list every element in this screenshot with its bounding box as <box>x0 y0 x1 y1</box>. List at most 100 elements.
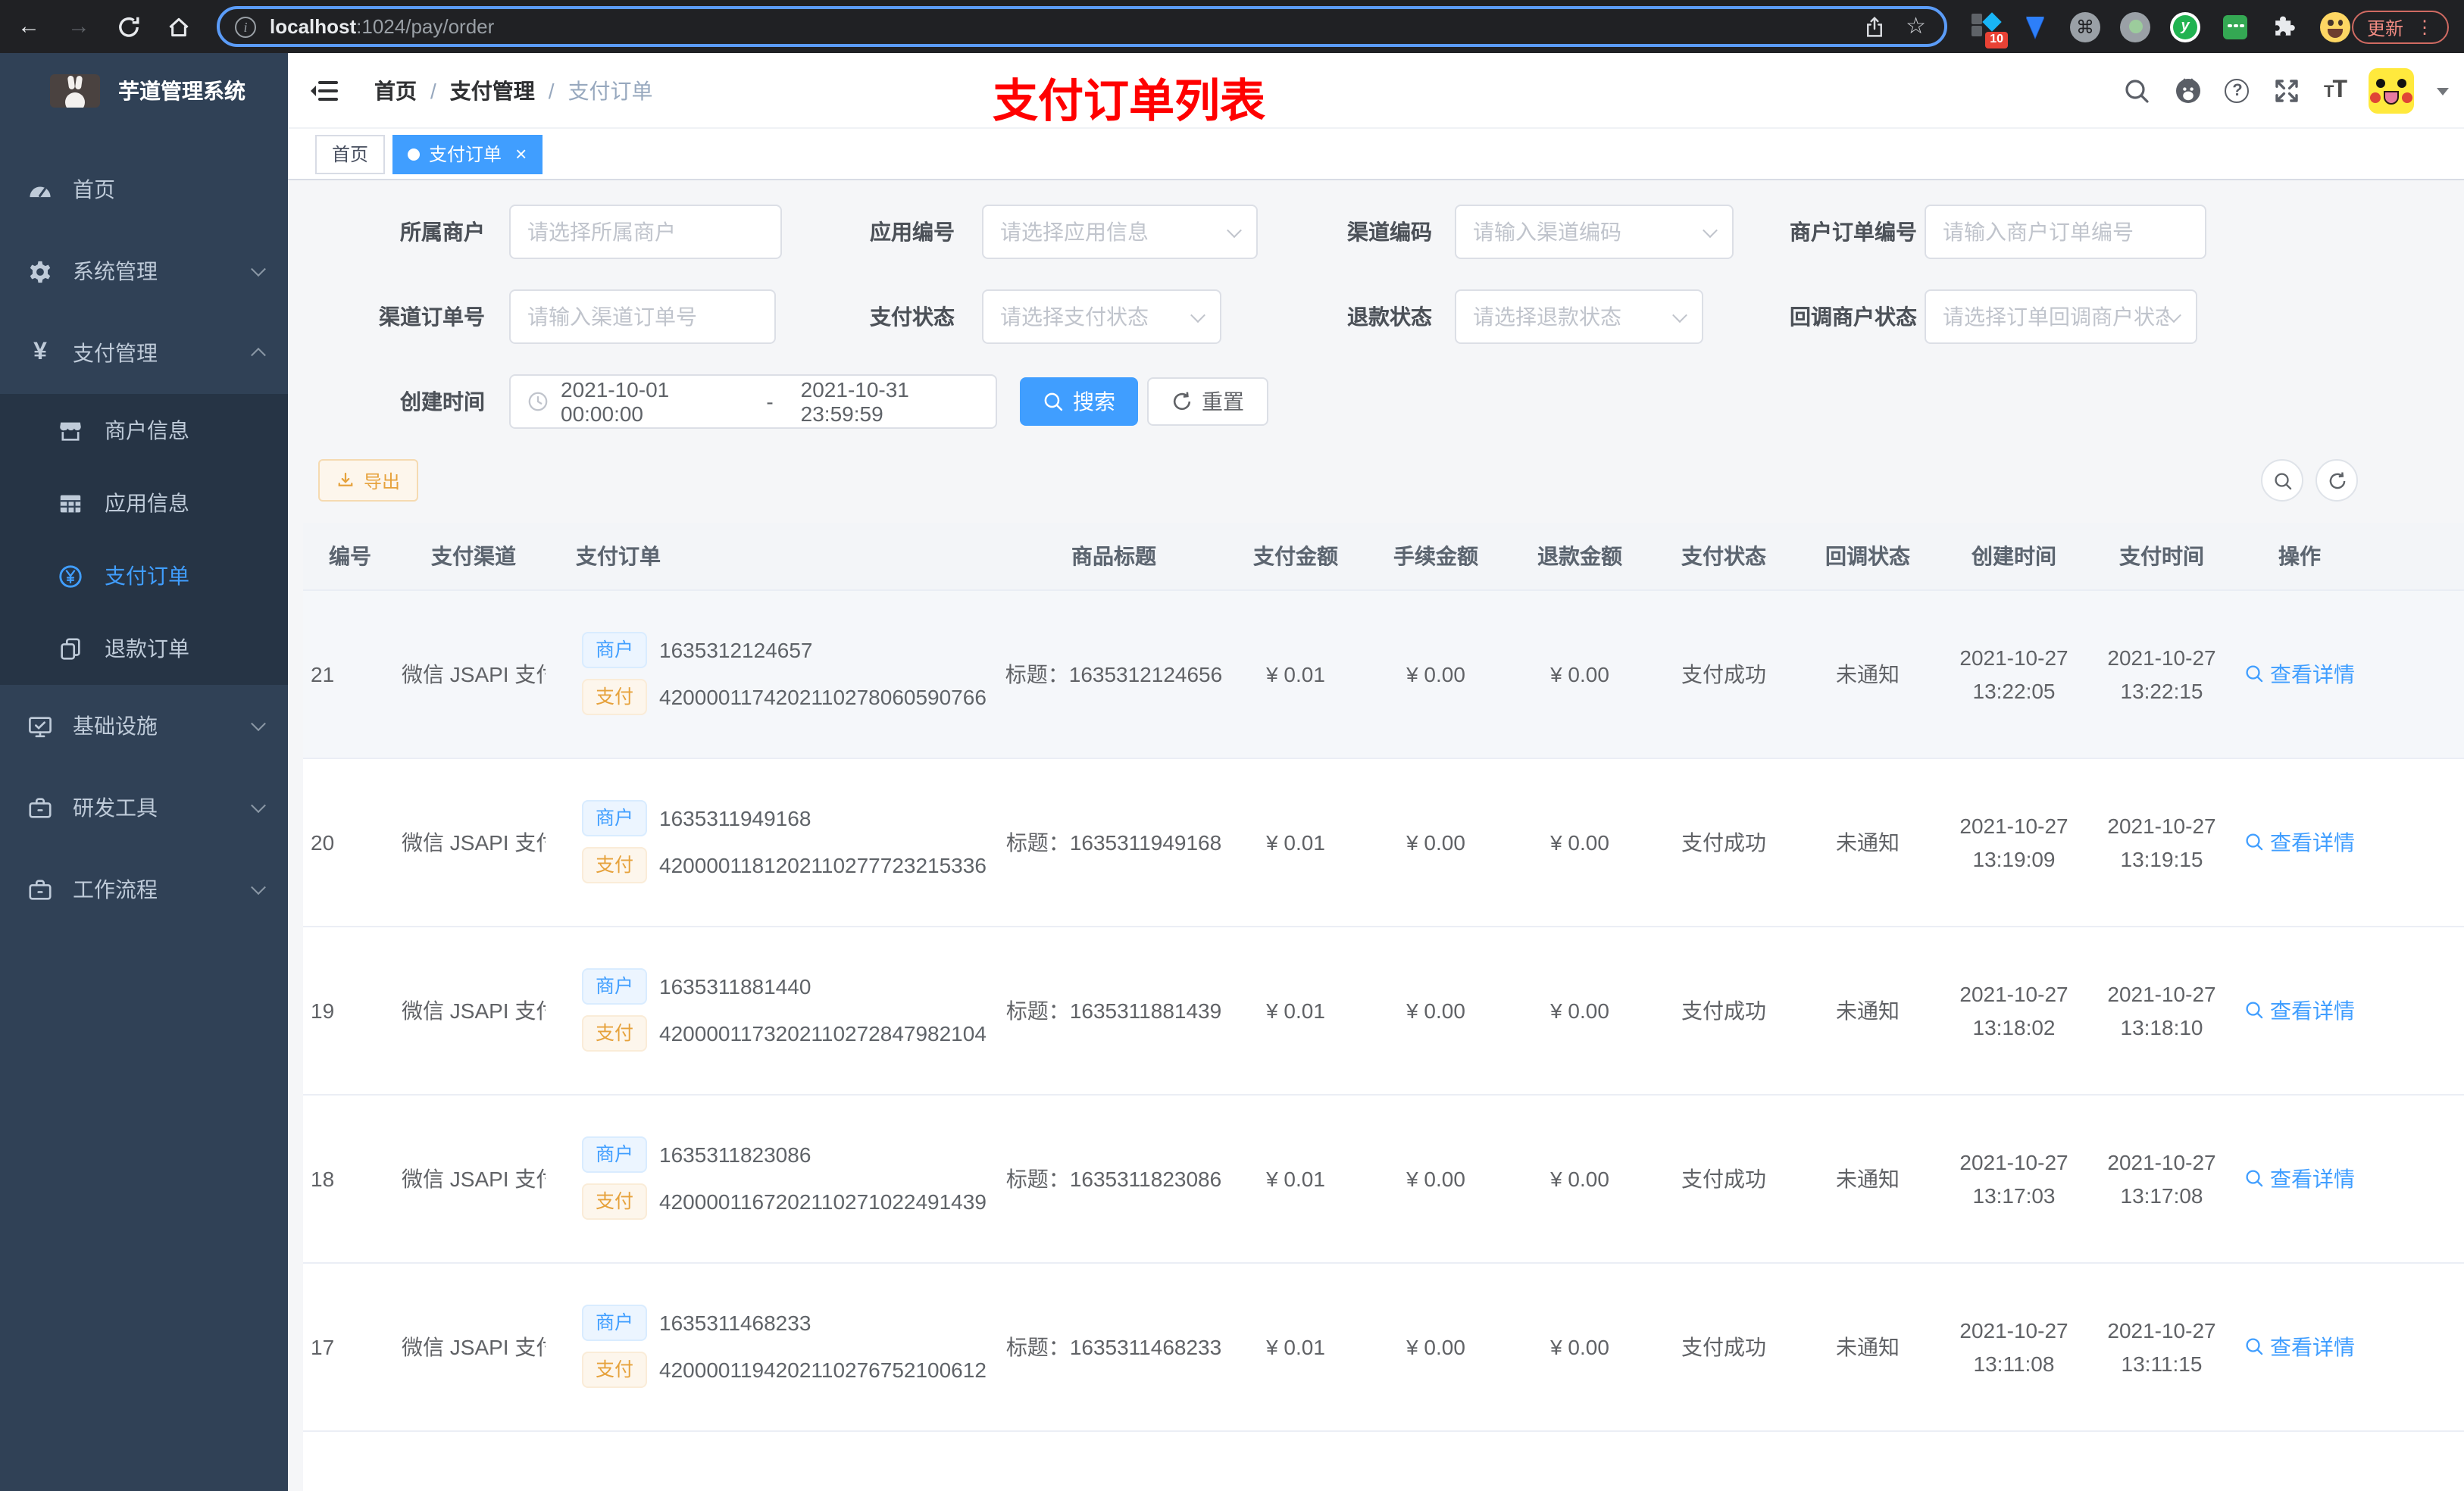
tab-close-icon[interactable]: × <box>515 144 527 164</box>
app-filter-select[interactable]: 请选择应用信息 <box>982 205 1258 259</box>
sidebar-item-home[interactable]: 首页 <box>0 148 288 230</box>
col-id: 编号 <box>303 523 402 590</box>
orders-table: 编号 支付渠道 支付订单 商品标题 支付金额 手续金额 退款金额 支付状态 回调… <box>303 523 2464 1491</box>
notify-status-select[interactable]: 请选择订单回调商户状态 <box>1925 289 2197 344</box>
fullscreen-icon[interactable] <box>2272 77 2301 105</box>
extension-emoji-icon[interactable] <box>2320 11 2350 42</box>
extension-command-icon[interactable]: ⌘ <box>2070 11 2100 42</box>
help-icon[interactable]: ? <box>2225 79 2250 103</box>
pay-tag: 支付 <box>582 1352 648 1388</box>
app-logo[interactable]: 芋道管理系统 <box>0 53 288 129</box>
browser-reload-icon[interactable] <box>109 0 149 53</box>
chevron-down-icon <box>1227 222 1242 238</box>
chevron-down-icon <box>2166 307 2181 323</box>
breadcrumb-payment[interactable]: 支付管理 <box>450 76 535 106</box>
tag-home[interactable]: 首页 <box>315 134 386 173</box>
sidebar-item-payment[interactable]: ¥ 支付管理 <box>0 312 288 394</box>
search-button[interactable]: 搜索 <box>1020 377 1138 426</box>
download-icon <box>336 471 355 489</box>
channel-order-no-input[interactable]: 请输入渠道订单号 <box>509 289 776 344</box>
merchant-tag: 商户 <box>582 800 648 836</box>
url-path: :1024/pay/order <box>356 15 495 38</box>
view-detail-link[interactable]: 查看详情 <box>2244 995 2355 1025</box>
view-detail-link[interactable]: 查看详情 <box>2244 827 2355 857</box>
refund-status-select[interactable]: 请选择退款状态 <box>1455 289 1703 344</box>
sidebar-item-workflow[interactable]: 工作流程 <box>0 849 288 930</box>
yen-circle-icon <box>58 563 83 589</box>
extension-chat-icon[interactable] <box>2220 11 2250 42</box>
sidebar-item-system[interactable]: 系统管理 <box>0 230 288 312</box>
breadcrumb-home[interactable]: 首页 <box>374 76 417 106</box>
extensions-puzzle-icon[interactable] <box>2270 11 2300 42</box>
github-icon[interactable] <box>2174 77 2203 105</box>
tags-view-bar: 首页 支付订单 × <box>288 129 2464 180</box>
extension-kite-icon[interactable] <box>2020 11 2050 42</box>
date-range-picker[interactable]: 2021-10-01 00:00:00 - 2021-10-31 23:59:5… <box>509 374 997 429</box>
search-icon <box>1043 391 1064 412</box>
merchant-tag: 商户 <box>582 1136 648 1173</box>
channel-code-select[interactable]: 请输入渠道编码 <box>1455 205 1734 259</box>
sidebar-item-app-info[interactable]: 应用信息 <box>0 467 288 539</box>
avatar[interactable] <box>2369 68 2414 114</box>
table-header-row: 编号 支付渠道 支付订单 商品标题 支付金额 手续金额 退款金额 支付状态 回调… <box>303 523 2464 590</box>
extension-dot-icon[interactable] <box>2120 11 2150 42</box>
sidebar-item-infrastructure[interactable]: 基础设施 <box>0 685 288 767</box>
filter-label-notify-status: 回调商户状态 <box>1790 305 1917 329</box>
sidebar-item-refund-order[interactable]: 退款订单 <box>0 612 288 685</box>
sidebar-item-pay-order[interactable]: 支付订单 <box>0 539 288 612</box>
share-icon[interactable] <box>1863 16 1884 37</box>
toggle-search-button[interactable] <box>2261 459 2303 502</box>
col-created: 创建时间 <box>1940 523 2088 590</box>
avatar-caret-icon[interactable] <box>2437 88 2449 102</box>
grid-icon <box>58 490 83 516</box>
breadcrumb-current: 支付订单 <box>568 79 653 103</box>
filter-label-create-time: 创建时间 <box>400 389 485 414</box>
magnifier-icon <box>2244 1168 2264 1188</box>
col-notify: 回调状态 <box>1796 523 1940 590</box>
browser-update-button[interactable]: 更新 ⋮ <box>2352 11 2450 44</box>
chevron-down-icon <box>1190 307 1205 323</box>
sidebar-collapse-icon[interactable] <box>309 76 339 106</box>
pay-status-select[interactable]: 请选择支付状态 <box>982 289 1221 344</box>
filter-label-merchant: 所属商户 <box>400 220 485 244</box>
merchant-order-no-input[interactable]: 请输入商户订单编号 <box>1925 205 2206 259</box>
refresh-table-button[interactable] <box>2315 459 2358 502</box>
filter-label-app: 应用编号 <box>870 220 955 244</box>
header-search-icon[interactable] <box>2122 77 2151 105</box>
address-bar[interactable]: i localhost :1024/pay/order ☆ <box>217 6 1947 47</box>
site-info-icon[interactable]: i <box>235 16 256 37</box>
view-detail-link[interactable]: 查看详情 <box>2244 1163 2355 1193</box>
tag-pay-order[interactable]: 支付订单 × <box>392 134 543 173</box>
merchant-filter-input[interactable]: 请选择所属商户 <box>509 205 782 259</box>
table-row-partial: 商户1635311254796 <box>303 1430 2464 1491</box>
browser-toolbar: ← → i localhost :1024/pay/order ☆ 10 ⌘ y… <box>0 0 2464 53</box>
sidebar-item-merchant-info[interactable]: 商户信息 <box>0 394 288 467</box>
shop-icon <box>58 417 83 443</box>
extension-blocks-icon[interactable]: 10 <box>1970 11 2008 48</box>
table-row: 21 微信 JSAPI 支付 商户 1635312124657 支付 4200001… <box>303 589 2464 758</box>
reset-button[interactable]: 重置 <box>1147 377 1268 426</box>
export-button[interactable]: 导出 <box>318 459 419 502</box>
extension-badge: 10 <box>1985 31 2008 48</box>
col-fee: 手续金额 <box>1364 523 1508 590</box>
extension-y-icon[interactable]: y <box>2170 11 2200 42</box>
chevron-down-icon <box>251 716 266 732</box>
col-title: 商品标题 <box>1000 523 1227 590</box>
chevron-up-icon <box>251 347 266 363</box>
briefcase-icon <box>27 795 53 821</box>
chevron-down-icon <box>1703 222 1718 238</box>
view-detail-link[interactable]: 查看详情 <box>2244 1331 2355 1361</box>
browser-forward-icon[interactable]: → <box>59 0 98 53</box>
filter-label-refund-status: 退款状态 <box>1347 305 1432 329</box>
font-size-icon[interactable]: TT <box>2324 77 2347 105</box>
view-detail-link[interactable]: 查看详情 <box>2244 658 2355 689</box>
browser-back-icon[interactable]: ← <box>9 0 48 53</box>
browser-home-icon[interactable] <box>159 0 199 53</box>
logo-rabbit-icon <box>50 74 100 108</box>
browser-menu-icon[interactable]: ⋮ <box>2416 17 2434 38</box>
bookmark-star-icon[interactable]: ☆ <box>1906 15 1926 38</box>
sidebar-item-dev-tools[interactable]: 研发工具 <box>0 767 288 849</box>
filter-label-pay-status: 支付状态 <box>870 305 955 329</box>
url-host: localhost <box>270 15 357 38</box>
chevron-down-icon <box>1672 307 1687 323</box>
